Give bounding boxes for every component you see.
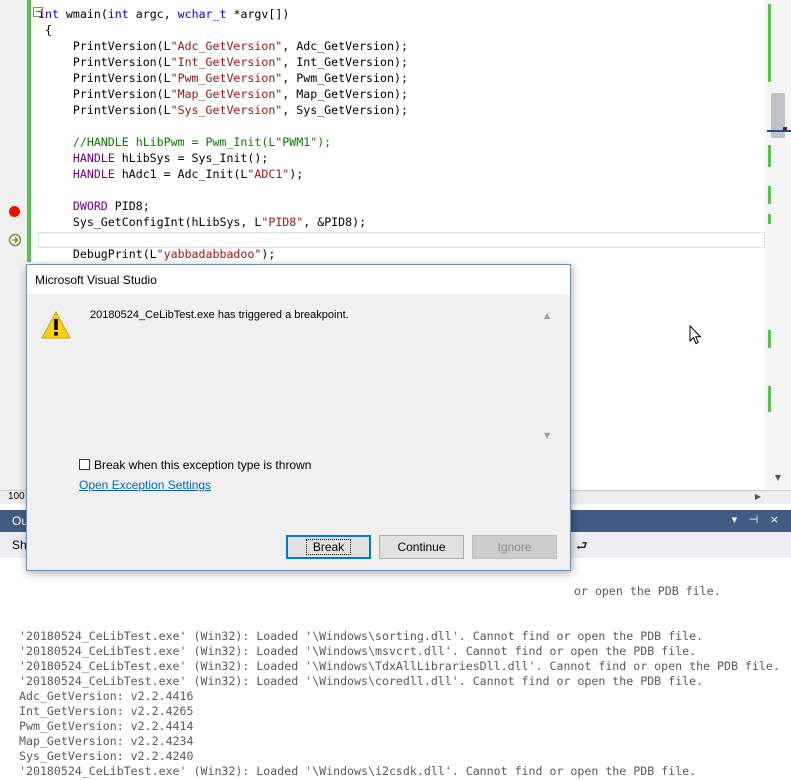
scroll-map-caret-mark bbox=[767, 130, 791, 132]
code-token: , Adc_GetVersion); bbox=[282, 39, 408, 53]
output-line: Adc_GetVersion: v2.2.4416 bbox=[19, 689, 194, 703]
code-line[interactable]: PrintVersion(L"Int_GetVersion", Int_GetV… bbox=[31, 54, 408, 70]
code-token: "Sys_GetVersion" bbox=[170, 103, 283, 117]
dialog-message: 20180524_CeLibTest.exe has triggered a b… bbox=[90, 309, 349, 321]
code-line[interactable] bbox=[31, 230, 45, 246]
code-token: wchar_t bbox=[177, 7, 227, 21]
break-button-label: Break bbox=[305, 539, 352, 555]
dialog-title: Microsoft Visual Studio bbox=[35, 273, 157, 287]
scroll-right-arrow-icon[interactable]: ▶ bbox=[755, 490, 761, 503]
code-token: "Int_GetVersion" bbox=[170, 55, 283, 69]
code-token: wmain( bbox=[58, 7, 108, 21]
code-token: PrintVersion(L bbox=[44, 39, 171, 53]
code-line[interactable]: int wmain(int argc, wchar_t *argv[]) bbox=[31, 6, 289, 22]
code-token: int bbox=[37, 7, 59, 21]
code-token: , Int_GetVersion); bbox=[282, 55, 408, 69]
code-line[interactable]: PrintVersion(L"Sys_GetVersion", Sys_GetV… bbox=[31, 102, 408, 118]
code-token: //HANDLE hLibPwm = Pwm_Init(L"PWM1"); bbox=[44, 135, 332, 149]
code-token: hAdc1 = Adc_Init(L bbox=[114, 167, 248, 181]
output-line: '20180524_CeLibTest.exe' (Win32): Loaded… bbox=[19, 644, 697, 658]
code-line[interactable]: //HANDLE hLibPwm = Pwm_Init(L"PWM1"); bbox=[31, 134, 331, 150]
code-token: "Map_GetVersion" bbox=[170, 87, 283, 101]
code-token: "PID8" bbox=[261, 215, 304, 229]
code-token: PID8; bbox=[107, 199, 150, 213]
code-token: HANDLE bbox=[44, 151, 115, 165]
output-line: or open the PDB file. bbox=[574, 584, 721, 598]
output-text-area[interactable]: or open the PDB file. '20180524_CeLibTes… bbox=[0, 558, 791, 780]
code-token: , Pwm_GetVersion); bbox=[282, 71, 408, 85]
code-line[interactable]: PrintVersion(L"Adc_GetVersion", Adc_GetV… bbox=[31, 38, 408, 54]
warning-icon bbox=[41, 311, 71, 339]
code-line[interactable]: DebugPrint(L"yabbadabbadoo"); bbox=[31, 246, 275, 262]
code-token: int bbox=[107, 7, 129, 21]
code-line[interactable]: DWORD PID8; bbox=[31, 198, 150, 214]
scroll-map-change-mark bbox=[768, 145, 771, 167]
break-on-exception-checkbox[interactable] bbox=[79, 459, 90, 470]
code-token: PrintVersion(L bbox=[44, 103, 171, 117]
code-token: , Map_GetVersion); bbox=[282, 87, 408, 101]
code-token: "yabbadabbadoo" bbox=[156, 247, 262, 261]
code-line[interactable]: PrintVersion(L"Map_GetVersion", Map_GetV… bbox=[31, 86, 408, 102]
scroll-map-change-mark bbox=[768, 330, 771, 348]
continue-button[interactable]: Continue bbox=[379, 535, 464, 559]
output-line: Pwm_GetVersion: v2.2.4414 bbox=[19, 719, 194, 733]
break-on-exception-label[interactable]: Break when this exception type is thrown bbox=[94, 458, 311, 472]
code-line[interactable] bbox=[31, 182, 45, 198]
code-token: argc, bbox=[128, 7, 178, 21]
code-line[interactable]: HANDLE hLibSys = Sys_Init(); bbox=[31, 150, 268, 166]
scroll-map-change-mark bbox=[768, 386, 771, 412]
vertical-scrollbar[interactable]: ▼ bbox=[765, 0, 791, 490]
output-line: Sys_GetVersion: v2.2.4240 bbox=[19, 749, 194, 763]
code-line[interactable]: { bbox=[31, 22, 52, 38]
mouse-cursor-icon bbox=[689, 325, 702, 345]
scroll-map-change-mark bbox=[768, 214, 771, 224]
output-line: Int_GetVersion: v2.2.4265 bbox=[19, 704, 194, 718]
code-token: , &PID8); bbox=[303, 215, 367, 229]
breakpoint-dialog: Microsoft Visual Studio 20180524_CeLibTe… bbox=[26, 264, 571, 571]
code-token: PrintVersion(L bbox=[44, 71, 171, 85]
instruction-pointer-icon bbox=[8, 233, 22, 247]
code-token: Sys_GetConfigInt(hLibSys, L bbox=[44, 215, 262, 229]
scroll-map-change-mark bbox=[768, 4, 771, 82]
code-token: PrintVersion(L bbox=[44, 87, 171, 101]
code-token: "Pwm_GetVersion" bbox=[170, 71, 283, 85]
code-token: hLibSys = Sys_Init(); bbox=[114, 151, 269, 165]
show-output-from-label: Sh bbox=[12, 538, 27, 552]
dialog-titlebar[interactable]: Microsoft Visual Studio bbox=[27, 265, 570, 294]
break-button[interactable]: Break bbox=[286, 535, 371, 559]
output-line: '20180524_CeLibTest.exe' (Win32): Loaded… bbox=[19, 659, 780, 673]
code-token: DebugPrint(L bbox=[44, 247, 157, 261]
zoom-level[interactable]: 100 bbox=[8, 490, 25, 503]
code-token: PrintVersion(L bbox=[44, 55, 171, 69]
scroll-down-arrow-icon[interactable]: ▼ bbox=[771, 472, 785, 484]
code-token: { bbox=[44, 23, 52, 37]
breakpoint-icon[interactable] bbox=[9, 206, 20, 217]
code-token: ); bbox=[261, 247, 276, 261]
output-line: '20180524_CeLibTest.exe' (Win32): Loaded… bbox=[19, 674, 704, 688]
message-scroll-up-icon[interactable]: ▲ bbox=[544, 311, 550, 320]
output-line: '20180524_CeLibTest.exe' (Win32): Loaded… bbox=[19, 764, 697, 778]
window-controls-icon[interactable]: ▾ ⊣ × bbox=[732, 513, 783, 526]
code-token: ); bbox=[289, 167, 304, 181]
scroll-map-change-mark bbox=[768, 186, 771, 204]
word-wrap-icon[interactable]: ⮐ bbox=[576, 537, 588, 559]
code-token: , Sys_GetVersion); bbox=[282, 103, 408, 117]
code-token: "ADC1" bbox=[247, 167, 290, 181]
open-exception-settings-link[interactable]: Open Exception Settings bbox=[79, 478, 211, 492]
ignore-button[interactable]: Ignore bbox=[472, 535, 557, 559]
code-token: *argv[]) bbox=[226, 7, 290, 21]
output-lines[interactable]: or open the PDB file. '20180524_CeLibTes… bbox=[19, 558, 780, 780]
code-token: HANDLE bbox=[44, 167, 115, 181]
output-line: '20180524_CeLibTest.exe' (Win32): Loaded… bbox=[19, 629, 704, 643]
code-line[interactable] bbox=[31, 118, 45, 134]
code-token: "Adc_GetVersion" bbox=[170, 39, 283, 53]
code-line[interactable]: Sys_GetConfigInt(hLibSys, L"PID8", &PID8… bbox=[31, 214, 366, 230]
code-token: DWORD bbox=[44, 199, 108, 213]
code-line[interactable]: PrintVersion(L"Pwm_GetVersion", Pwm_GetV… bbox=[31, 70, 408, 86]
code-line[interactable]: HANDLE hAdc1 = Adc_Init(L"ADC1"); bbox=[31, 166, 303, 182]
message-scroll-down-icon[interactable]: ▼ bbox=[544, 431, 550, 440]
output-line: Map_GetVersion: v2.2.4234 bbox=[19, 734, 194, 748]
